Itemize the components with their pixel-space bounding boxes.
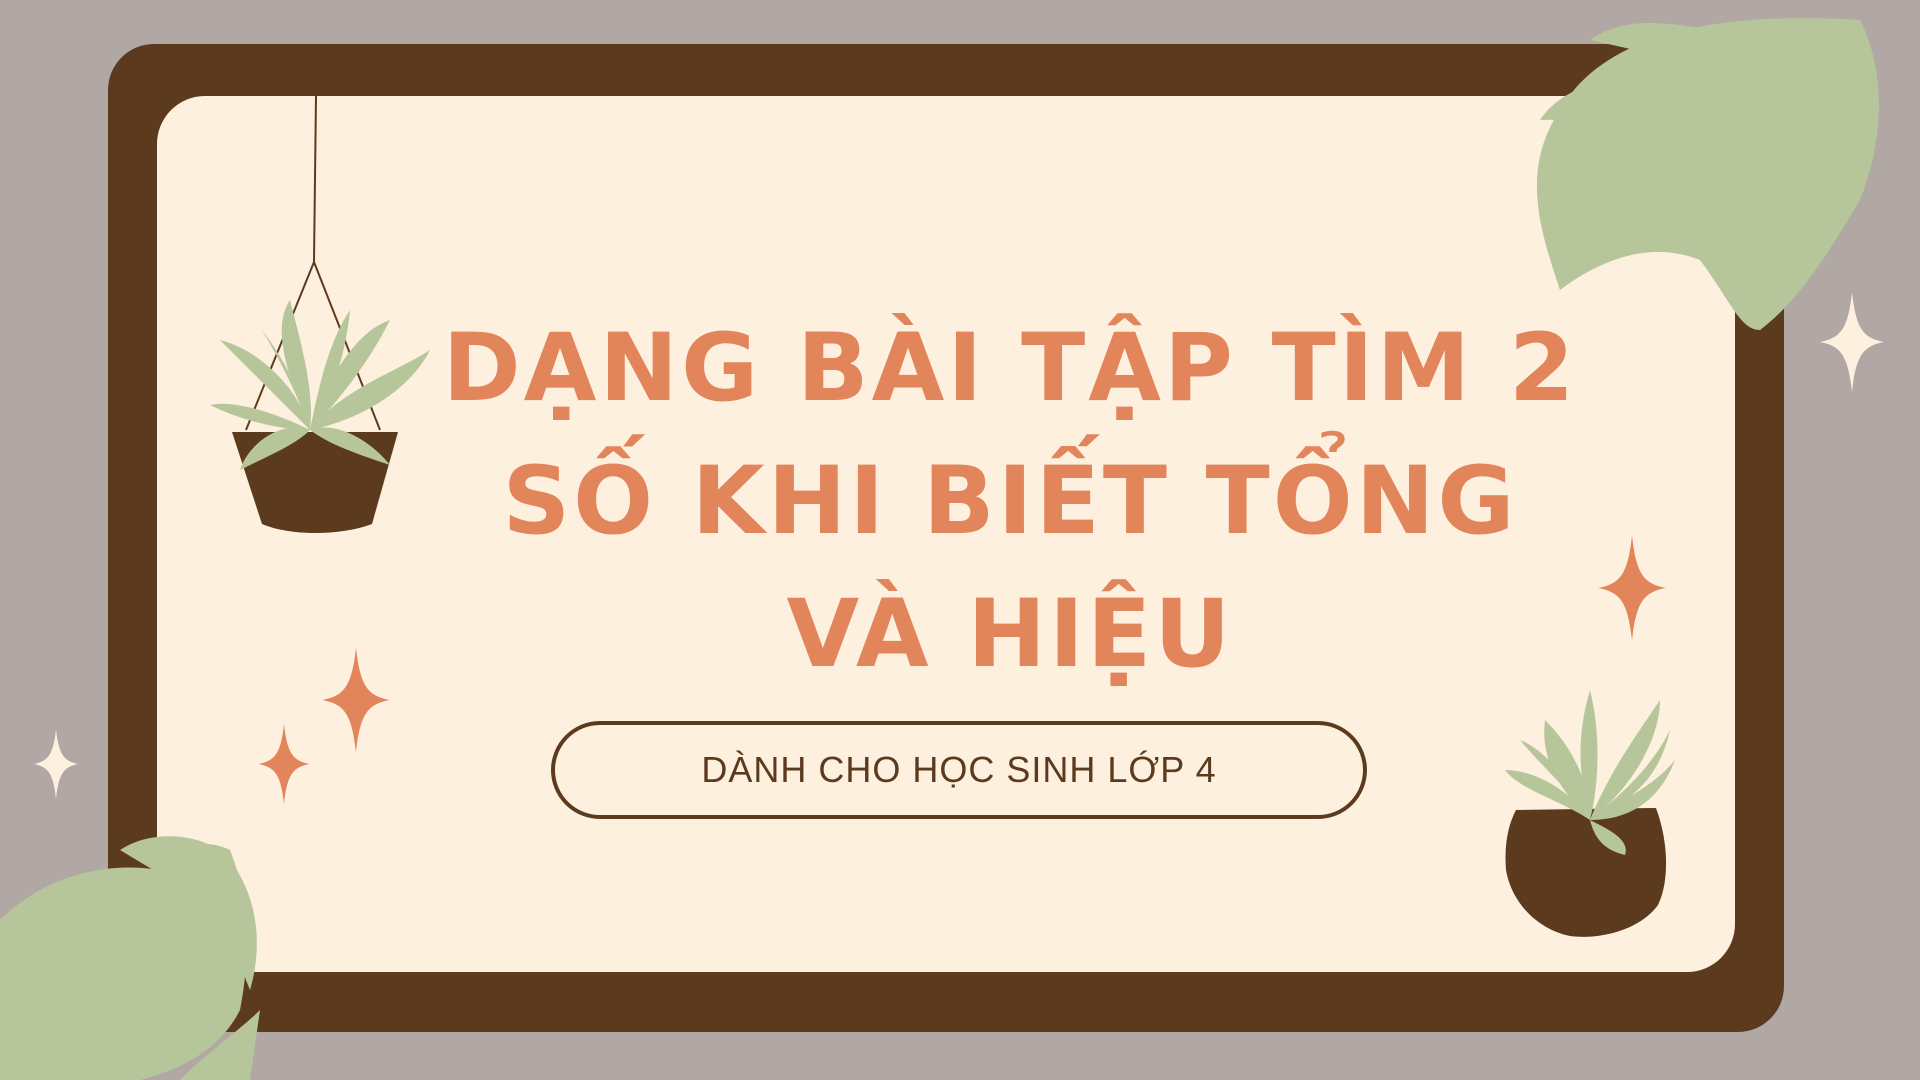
sparkle-icon — [1820, 292, 1884, 392]
sparkle-icon — [258, 724, 310, 804]
monstera-leaf-icon — [1536, 18, 1879, 330]
title-line-3: VÀ HIỆU — [786, 580, 1234, 689]
title-line-1: DẠNG BÀI TẬP TÌM 2 — [442, 314, 1578, 423]
subtitle-text: DÀNH CHO HỌC SINH LỚP 4 — [701, 749, 1217, 790]
potted-plant-icon — [1505, 690, 1675, 937]
title-line-2: SỐ KHI BIẾT TỔNG — [502, 447, 1518, 556]
sparkle-icon — [33, 729, 79, 799]
subtitle-badge: DÀNH CHO HỌC SINH LỚP 4 — [551, 721, 1367, 819]
monstera-leaf-icon — [0, 836, 260, 1080]
slide-title: DẠNG BÀI TẬP TÌM 2 SỐ KHI BIẾT TỔNG VÀ H… — [380, 302, 1640, 701]
